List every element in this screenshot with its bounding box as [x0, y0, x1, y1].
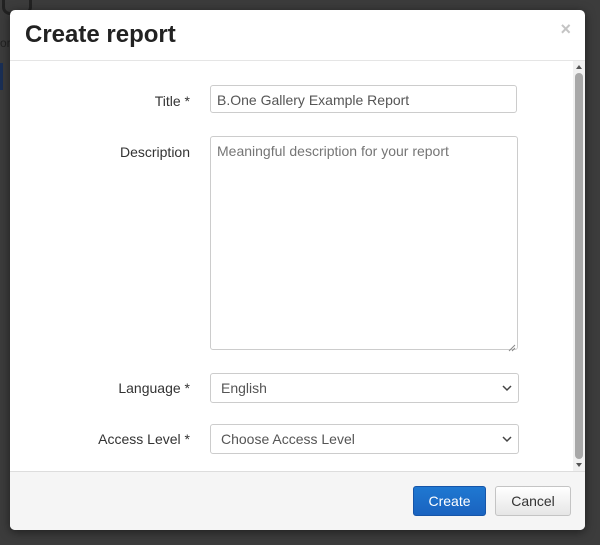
- close-icon[interactable]: ×: [560, 19, 571, 39]
- language-select[interactable]: English: [210, 373, 519, 403]
- description-textarea[interactable]: [210, 136, 518, 350]
- resize-grip-icon[interactable]: [508, 344, 516, 352]
- language-selected-value: English: [221, 380, 267, 396]
- create-report-dialog: Create report × Title * B.One Gallery Ex…: [10, 10, 585, 530]
- dialog-header: Create report ×: [10, 10, 585, 61]
- scroll-thumb[interactable]: [575, 73, 583, 459]
- access-level-selected-value: Choose Access Level: [221, 431, 355, 447]
- access-level-label: Access Level *: [98, 431, 190, 447]
- access-level-select[interactable]: Choose Access Level: [210, 424, 519, 454]
- dialog-title: Create report: [25, 21, 176, 48]
- language-label: Language *: [118, 380, 190, 396]
- dialog-footer: Create Cancel: [10, 471, 585, 530]
- scroll-up-arrow-icon[interactable]: [576, 65, 582, 69]
- chevron-down-icon: [502, 436, 512, 443]
- title-input[interactable]: B.One Gallery Example Report: [210, 85, 517, 113]
- cancel-button[interactable]: Cancel: [495, 486, 571, 516]
- scroll-down-arrow-icon[interactable]: [576, 463, 582, 467]
- description-label: Description: [119, 144, 190, 160]
- chevron-down-icon: [502, 385, 512, 392]
- title-label: Title *: [154, 93, 190, 109]
- create-button[interactable]: Create: [413, 486, 486, 516]
- background-button-fragment: [0, 63, 3, 90]
- dialog-scrollbar[interactable]: [573, 61, 585, 471]
- dialog-body: Title * B.One Gallery Example Report Des…: [10, 61, 585, 471]
